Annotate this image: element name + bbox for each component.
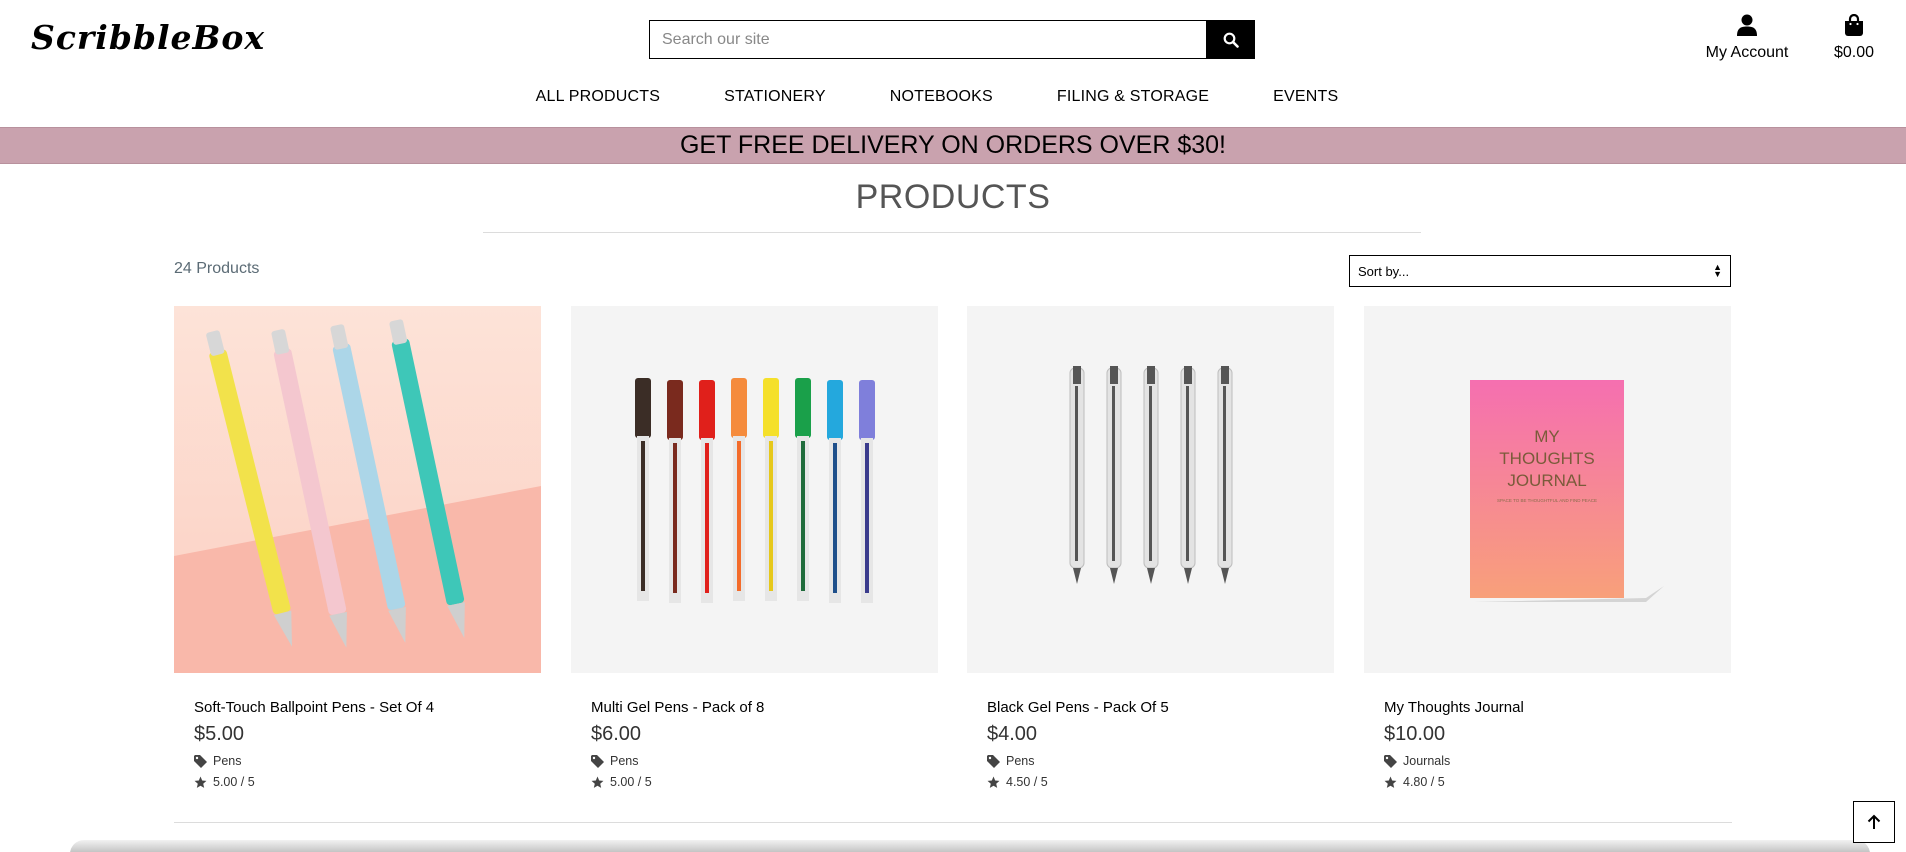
product-category-link[interactable]: Pens <box>987 754 1314 768</box>
nav-notebooks[interactable]: NOTEBOOKS <box>890 88 993 106</box>
shopping-bag-link[interactable]: $0.00 <box>1828 13 1880 62</box>
product-image-multi-gel-pens[interactable] <box>571 306 938 673</box>
product-image-black-gel-pens[interactable] <box>967 306 1334 673</box>
sort-arrows-icon: ▲ ▼ <box>1713 262 1722 279</box>
product-name[interactable]: Multi Gel Pens - Pack of 8 <box>591 699 918 716</box>
product-count: 24 Products <box>174 260 260 277</box>
star-icon <box>987 776 1000 788</box>
search-form <box>649 20 1255 59</box>
product-card: Soft-Touch Ballpoint Pens - Set Of 4 $5.… <box>174 306 541 796</box>
product-price: $6.00 <box>591 723 642 745</box>
journal-cover-line2: THOUGHTS <box>1499 449 1594 468</box>
title-divider <box>483 232 1421 233</box>
user-icon <box>1737 14 1757 36</box>
search-icon <box>1223 32 1239 48</box>
product-price: $5.00 <box>194 723 245 745</box>
sort-selected-value: Sort by... <box>1358 263 1410 279</box>
product-card: Multi Gel Pens - Pack of 8 $6.00 Pens 5.… <box>571 306 938 796</box>
nav-events[interactable]: EVENTS <box>1273 88 1338 106</box>
product-rating: 4.50 / 5 <box>987 775 1314 789</box>
star-icon <box>591 776 604 788</box>
product-row-divider <box>174 822 1732 823</box>
product-category-link[interactable]: Journals <box>1384 754 1711 768</box>
product-card: Black Gel Pens - Pack Of 5 $4.00 Pens 4.… <box>967 306 1334 796</box>
search-input[interactable] <box>649 20 1206 59</box>
product-rating-value: 5.00 / 5 <box>213 775 255 789</box>
tag-icon <box>987 754 1000 768</box>
product-category: Pens <box>610 754 639 768</box>
delivery-banner: GET FREE DELIVERY ON ORDERS OVER $30! <box>0 127 1906 164</box>
journal-cover-tagline: SPACE TO BE THOUGHTFUL AND FIND PEACE <box>1497 498 1597 503</box>
bag-total: $0.00 <box>1833 44 1875 61</box>
nav-filing-storage[interactable]: FILING & STORAGE <box>1057 88 1209 106</box>
product-price: $10.00 <box>1384 723 1446 745</box>
product-category-link[interactable]: Pens <box>194 754 521 768</box>
site-logo[interactable]: ScribbleBox <box>31 18 265 57</box>
my-account-link[interactable]: My Account <box>1703 14 1791 62</box>
main-nav: ALL PRODUCTS STATIONERY NOTEBOOKS FILING… <box>0 88 1906 106</box>
arrow-up-icon <box>1867 814 1881 829</box>
tag-icon <box>194 754 207 768</box>
back-to-top-button[interactable] <box>1853 801 1895 843</box>
nav-all-products[interactable]: ALL PRODUCTS <box>536 88 661 106</box>
page-title: PRODUCTS <box>855 178 1051 216</box>
tag-icon <box>1384 754 1397 768</box>
my-account-label: My Account <box>1705 44 1789 61</box>
sort-select[interactable]: Sort by... ▲ ▼ <box>1349 255 1731 287</box>
product-rating: 4.80 / 5 <box>1384 775 1711 789</box>
star-icon <box>194 776 207 788</box>
product-rating: 5.00 / 5 <box>591 775 918 789</box>
product-category: Pens <box>213 754 242 768</box>
site-header: ScribbleBox My Account $0.00 ALL PRODUCT… <box>0 0 1906 127</box>
journal-cover-line3: JOURNAL <box>1507 471 1586 490</box>
journal-cover-line1: MY <box>1534 427 1560 446</box>
product-card: MY THOUGHTS JOURNAL SPACE TO BE THOUGHTF… <box>1364 306 1731 796</box>
shopping-bag-icon <box>1845 13 1863 36</box>
product-name[interactable]: Black Gel Pens - Pack Of 5 <box>987 699 1314 716</box>
product-rating: 5.00 / 5 <box>194 775 521 789</box>
product-image-soft-touch-pens[interactable] <box>174 306 541 673</box>
nav-stationery[interactable]: STATIONERY <box>724 88 826 106</box>
product-rating-value: 5.00 / 5 <box>610 775 652 789</box>
product-rating-value: 4.50 / 5 <box>1006 775 1048 789</box>
product-name[interactable]: My Thoughts Journal <box>1384 699 1711 716</box>
product-name[interactable]: Soft-Touch Ballpoint Pens - Set Of 4 <box>194 699 521 716</box>
product-category: Journals <box>1403 754 1451 768</box>
product-rating-value: 4.80 / 5 <box>1403 775 1445 789</box>
product-image-my-thoughts-journal[interactable]: MY THOUGHTS JOURNAL SPACE TO BE THOUGHTF… <box>1364 306 1731 673</box>
product-category: Pens <box>1006 754 1035 768</box>
footer-edge <box>70 840 1870 852</box>
star-icon <box>1384 776 1397 788</box>
tag-icon <box>591 754 604 768</box>
product-price: $4.00 <box>987 723 1038 745</box>
search-button[interactable] <box>1206 20 1255 59</box>
product-category-link[interactable]: Pens <box>591 754 918 768</box>
